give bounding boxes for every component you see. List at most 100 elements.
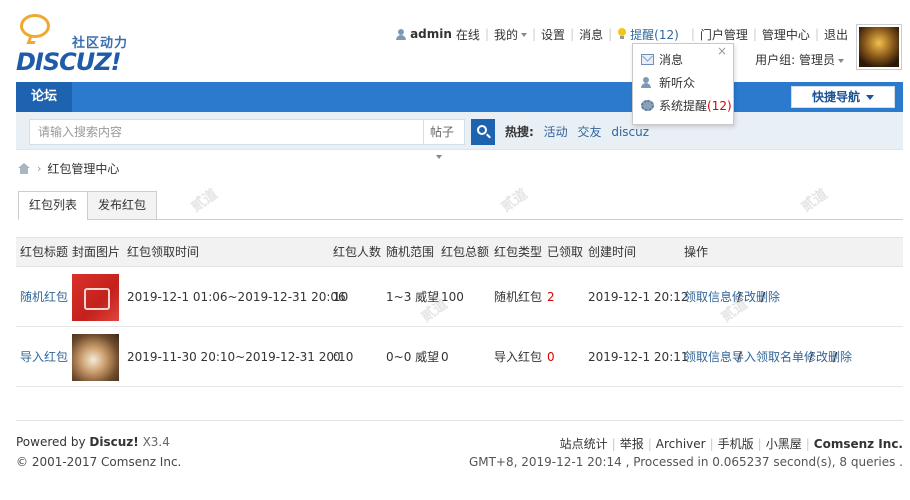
breadcrumb: › 红包管理中心	[18, 160, 119, 176]
row-actions: 领取信息 / 修改 / 删除	[684, 290, 781, 304]
main-nav: 论坛 快捷导航	[16, 82, 903, 112]
col-received: 已领取	[547, 245, 584, 259]
col-ops: 操作	[684, 245, 709, 259]
gear-icon	[641, 100, 654, 111]
user-bar: admin 在线 | 我的 | 设置 | 消息 | 提醒(12) | 门户管理 …	[396, 25, 848, 43]
redpacket-type: 随机红包	[494, 290, 543, 304]
footer-links: 站点统计 | 举报 | Archiver | 手机版 | 小黑屋 | Comsenz Inc.	[559, 437, 903, 451]
remind-popup: × 消息 新听众 系统提醒 (12)	[632, 43, 734, 125]
delete-link[interactable]: 删除	[756, 290, 780, 304]
table-row: 导入红包 2019-11-30 20:10~2019-12-31 20:10 0…	[16, 327, 903, 387]
breadcrumb-current[interactable]: 红包管理中心	[47, 160, 119, 177]
remind-count: (12)	[707, 98, 732, 113]
footer-link-archiver[interactable]: Archiver	[656, 437, 706, 451]
view-claims-link[interactable]: 领取信息	[684, 290, 732, 304]
footer-link-stats[interactable]: 站点统计	[560, 437, 608, 451]
redpacket-received: 2	[547, 290, 555, 304]
redpacket-range: 0~0 威望	[386, 350, 440, 364]
col-total: 红包总额	[441, 245, 490, 259]
quick-nav-button[interactable]: 快捷导航	[791, 86, 895, 108]
site-logo[interactable]: 社区动力 DISCUZ!	[14, 12, 144, 76]
redpacket-total: 0	[441, 350, 449, 364]
online-status: 在线	[455, 27, 480, 42]
home-icon[interactable]	[18, 162, 30, 174]
logout-link[interactable]: 退出	[824, 26, 848, 43]
breadcrumb-arrow-icon: ›	[37, 161, 42, 175]
table-row: 随机红包 2019-12-1 01:06~2019-12-31 20:06 10…	[16, 267, 903, 327]
col-time: 红包领取时间	[127, 245, 200, 259]
portal-admin-link[interactable]: 门户管理	[700, 26, 748, 43]
footer-link-report[interactable]: 举报	[620, 437, 644, 451]
col-range: 随机范围	[386, 245, 435, 259]
messages-link[interactable]: 消息	[579, 26, 603, 43]
hot-search: 热搜: 活动 交友 discuz	[505, 125, 650, 139]
edit-link[interactable]: 修改	[804, 350, 828, 364]
table-header: 红包标题 封面图片 红包领取时间 红包人数 随机范围 红包总额 红包类型 已领取…	[16, 237, 903, 267]
chevron-down-icon	[436, 154, 442, 159]
footer-stats: GMT+8, 2019-12-1 20:14 , Processed in 0.…	[468, 455, 903, 469]
hot-word[interactable]: 交友	[577, 125, 601, 139]
popup-item-new-followers[interactable]: 新听众	[641, 71, 733, 94]
cover-image	[72, 274, 119, 321]
view-claims-link[interactable]: 领取信息	[684, 350, 732, 364]
redpacket-title-link[interactable]: 导入红包	[20, 327, 68, 387]
hot-word[interactable]: 活动	[544, 125, 568, 139]
username-link[interactable]: admin	[410, 27, 452, 41]
header: 社区动力 DISCUZ! admin 在线 | 我的 | 设置 | 消息 | 提…	[0, 0, 910, 80]
bulb-icon	[617, 28, 627, 40]
footer-company-link[interactable]: Comsenz Inc.	[814, 437, 903, 451]
col-count: 红包人数	[333, 245, 382, 259]
redpacket-count: 0	[333, 350, 341, 364]
powered-by: Powered by Discuz! X3.4	[16, 435, 170, 449]
redpacket-title-link[interactable]: 随机红包	[20, 267, 68, 327]
version: X3.4	[142, 435, 170, 449]
copyright: © 2001-2017 Comsenz Inc.	[16, 455, 182, 469]
user-icon	[396, 28, 407, 40]
col-type: 红包类型	[494, 245, 543, 259]
search-button[interactable]	[471, 119, 495, 145]
redpacket-range: 1~3 威望	[386, 290, 440, 304]
nav-forum[interactable]: 论坛	[16, 82, 73, 112]
import-claim-list-link[interactable]: 导入领取名单	[732, 350, 804, 364]
tab-bar: 红包列表 发布红包	[18, 191, 903, 220]
delete-link[interactable]: 删除	[828, 350, 852, 364]
popup-item-system-remind[interactable]: 系统提醒 (12)	[641, 94, 733, 117]
search-input[interactable]: 请输入搜索内容	[29, 119, 423, 145]
redpacket-time: 2019-11-30 20:10~2019-12-31 20:10	[127, 350, 354, 364]
edit-link[interactable]: 修改	[732, 290, 756, 304]
redpacket-created: 2019-12-1 20:12	[588, 290, 689, 304]
col-created: 创建时间	[588, 245, 637, 259]
remind-link[interactable]: 提醒(12)	[630, 26, 679, 43]
col-title: 红包标题	[20, 245, 69, 259]
hot-word[interactable]: discuz	[611, 125, 649, 139]
chevron-down-icon	[521, 33, 527, 37]
usergroup-menu[interactable]: 用户组: 管理员	[755, 51, 844, 68]
user-icon	[641, 77, 651, 88]
mail-icon	[641, 54, 654, 65]
row-actions: 领取信息 / 导入领取名单 / 修改 / 删除	[684, 350, 853, 364]
logo-word: DISCUZ!	[16, 48, 122, 76]
search-icon	[477, 125, 487, 135]
footer-link-blackroom[interactable]: 小黑屋	[766, 437, 802, 451]
avatar[interactable]	[856, 24, 902, 70]
search-bar: 请输入搜索内容 帖子 热搜: 活动 交友 discuz	[16, 112, 903, 159]
chevron-down-icon	[866, 95, 874, 100]
admin-center-link[interactable]: 管理中心	[762, 26, 810, 43]
cover-image	[72, 334, 119, 381]
my-menu[interactable]: 我的	[494, 26, 527, 43]
search-type-select[interactable]: 帖子	[423, 119, 465, 159]
redpacket-table: 红包标题 封面图片 红包领取时间 红包人数 随机范围 红包总额 红包类型 已领取…	[16, 237, 903, 387]
settings-link[interactable]: 设置	[541, 26, 565, 43]
tab-redpacket-list[interactable]: 红包列表	[18, 191, 89, 220]
product-link[interactable]: Discuz!	[89, 435, 138, 449]
close-icon[interactable]: ×	[717, 44, 727, 58]
redpacket-total: 100	[441, 290, 464, 304]
redpacket-type: 导入红包	[494, 350, 543, 364]
logo-bubble-icon	[20, 14, 50, 38]
footer-link-mobile[interactable]: 手机版	[718, 437, 754, 451]
col-cover: 封面图片	[72, 245, 121, 259]
footer: Powered by Discuz! X3.4 © 2001-2017 Coms…	[16, 420, 903, 469]
tab-publish-redpacket[interactable]: 发布红包	[87, 191, 158, 220]
redpacket-created: 2019-12-1 20:11	[588, 350, 689, 364]
redpacket-received: 0	[547, 350, 555, 364]
